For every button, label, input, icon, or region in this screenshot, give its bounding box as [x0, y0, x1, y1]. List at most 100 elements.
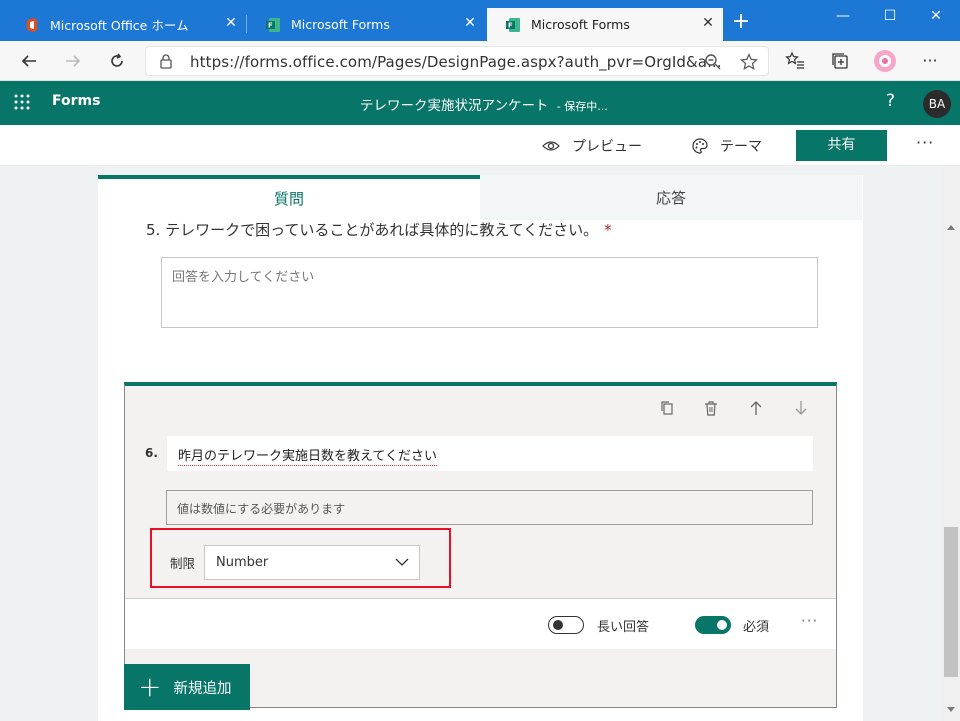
favorites-button[interactable]: [783, 49, 807, 73]
required-label: 必須: [743, 620, 770, 635]
command-bar: プレビュー テーマ 共有 ···: [0, 125, 960, 166]
form-canvas: 質問 応答 5. テレワークで困っていることがあれば具体的に教えてください。 * …: [0, 166, 942, 721]
long-answer-toggle[interactable]: [548, 616, 584, 634]
toggle-knob: [717, 620, 727, 630]
url-text: https://forms.office.com/Pages/DesignPag…: [190, 53, 722, 71]
design-tabs: 質問 応答: [98, 175, 863, 220]
refresh-button[interactable]: [105, 49, 129, 73]
restriction-dropdown[interactable]: Number: [204, 545, 420, 580]
forward-arrow-icon: [66, 55, 81, 67]
forms-header: Forms テレワーク実施状況アンケート - 保存中... ? BA: [0, 81, 960, 125]
user-avatar[interactable]: BA: [923, 90, 951, 118]
collections-icon: [832, 53, 848, 69]
restriction-highlight: 制限 Number: [150, 528, 451, 588]
toggle-knob: [553, 620, 563, 630]
question-6-editor[interactable]: 6. 昨月のテレワーク実施日数を教えてください 値は数値にする必要があります 制…: [124, 382, 837, 708]
back-arrow-icon: [21, 55, 36, 67]
office-icon: [27, 17, 37, 32]
help-button[interactable]: ?: [886, 91, 895, 111]
form-title-text: テレワーク実施状況アンケート: [360, 98, 549, 114]
browser-tab-office-home[interactable]: Microsoft Office ホーム ✕: [6, 8, 246, 41]
browser-tabstrip: Microsoft Office ホーム ✕ F Microsoft Forms…: [0, 0, 960, 41]
required-mark: *: [604, 221, 612, 239]
maximize-button[interactable]: ☐: [880, 6, 900, 26]
tab-questions[interactable]: 質問: [98, 175, 480, 220]
copy-question-button[interactable]: [657, 400, 677, 420]
refresh-icon: [111, 53, 123, 67]
browser-tab-title: Microsoft Office ホーム: [50, 18, 189, 33]
add-new-label: 新規追加: [173, 680, 232, 697]
restriction-label: 制限: [170, 556, 196, 571]
forms-icon: F: [266, 17, 280, 32]
app-launcher-icon[interactable]: [14, 94, 30, 110]
question-6-title-input[interactable]: 昨月のテレワーク実施日数を教えてください: [167, 436, 813, 471]
restriction-value: Number: [216, 555, 269, 570]
arrow-down-icon: [795, 401, 807, 415]
arrow-up-icon: [750, 401, 762, 415]
form-title: テレワーク実施状況アンケート - 保存中...: [360, 94, 608, 114]
profile-button[interactable]: [873, 49, 897, 73]
add-new-button[interactable]: + 新規追加: [124, 664, 250, 710]
favorite-star-icon[interactable]: [740, 53, 758, 71]
scroll-thumb[interactable]: [944, 527, 958, 677]
chevron-down-icon: [395, 558, 409, 566]
delete-question-button[interactable]: [701, 400, 721, 420]
forward-button[interactable]: [61, 49, 85, 73]
theme-label: テーマ: [720, 139, 762, 155]
address-bar: https://forms.office.com/Pages/DesignPag…: [0, 41, 960, 81]
form-card: 質問 応答 5. テレワークで困っていることがあれば具体的に教えてください。 * …: [98, 175, 863, 721]
answer-placeholder: 回答を入力してください: [172, 270, 315, 285]
more-options-button[interactable]: ···: [916, 133, 934, 152]
forms-icon: F: [506, 17, 520, 32]
svg-text:F: F: [508, 21, 513, 29]
new-tab-button[interactable]: +: [731, 11, 751, 33]
theme-button[interactable]: テーマ: [692, 136, 762, 156]
page-scrollbar[interactable]: [942, 166, 960, 721]
move-up-button[interactable]: [746, 400, 766, 420]
question-6-answer-hint: 値は数値にする必要があります: [166, 490, 813, 525]
required-toggle[interactable]: [695, 616, 731, 634]
favorites-list-icon: [785, 51, 804, 69]
save-status: - 保存中...: [556, 100, 608, 113]
zoom-icon[interactable]: [704, 53, 722, 71]
question-more-options[interactable]: ···: [801, 612, 818, 630]
plus-icon: +: [138, 670, 162, 703]
collections-button[interactable]: [828, 49, 852, 73]
question-5-text: 5. テレワークで困っていることがあれば具体的に教えてください。: [146, 221, 599, 239]
preview-button[interactable]: プレビュー: [542, 136, 642, 156]
long-answer-label: 長い回答: [597, 620, 650, 635]
back-button[interactable]: [17, 49, 41, 73]
browser-tab-title: Microsoft Forms: [531, 17, 630, 32]
scroll-up-arrow-icon[interactable]: [947, 225, 955, 230]
close-tab-icon[interactable]: ✕: [224, 16, 238, 30]
profile-avatar-icon: [874, 50, 896, 72]
browser-tab-forms-1[interactable]: F Microsoft Forms ✕: [247, 8, 485, 41]
hint-text: 値は数値にする必要があります: [177, 502, 346, 516]
close-window-button[interactable]: ✕: [926, 6, 946, 26]
more-icon: ···: [922, 51, 938, 70]
question-6-number: 6.: [145, 446, 158, 460]
close-tab-icon[interactable]: ✕: [701, 16, 715, 30]
trash-icon: [705, 401, 717, 416]
tab-responses[interactable]: 応答: [480, 175, 862, 220]
browser-tab-title: Microsoft Forms: [291, 17, 390, 32]
eye-icon: [542, 141, 560, 151]
palette-icon: [692, 138, 708, 154]
question-5-answer-field[interactable]: 回答を入力してください: [161, 257, 818, 328]
lock-icon: [160, 54, 172, 69]
scroll-down-arrow-icon[interactable]: [947, 707, 955, 712]
question-6-options-bar: 長い回答 必須 ···: [125, 599, 836, 649]
url-bar[interactable]: https://forms.office.com/Pages/DesignPag…: [145, 46, 769, 76]
minimize-button[interactable]: —: [833, 6, 853, 26]
forms-brand[interactable]: Forms: [52, 93, 100, 109]
share-button[interactable]: 共有: [796, 130, 887, 161]
svg-text:F: F: [268, 21, 273, 29]
move-down-button[interactable]: [791, 400, 811, 420]
settings-more-button[interactable]: ···: [918, 49, 942, 73]
preview-label: プレビュー: [572, 139, 642, 155]
question-5-title[interactable]: 5. テレワークで困っていることがあれば具体的に教えてください。 *: [146, 219, 612, 240]
close-tab-icon[interactable]: ✕: [463, 16, 477, 30]
browser-tab-forms-active[interactable]: F Microsoft Forms ✕: [487, 8, 723, 41]
question-6-title-text: 昨月のテレワーク実施日数を教えてください: [178, 445, 437, 466]
copy-icon: [661, 401, 673, 415]
